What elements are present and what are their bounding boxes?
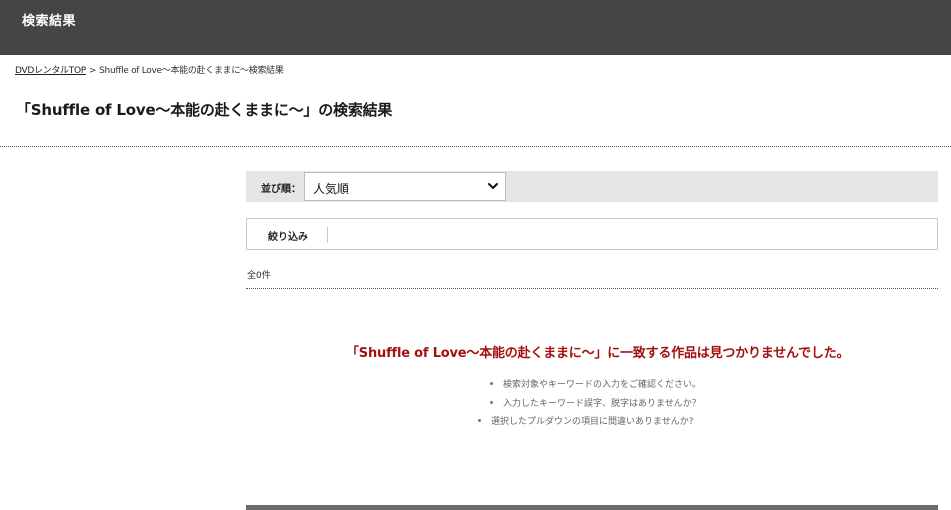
sort-label: 並び順： <box>261 184 301 195</box>
sort-bar: 並び順： 人気順 <box>246 171 938 202</box>
breadcrumb-current: Shuffle of Love〜本能の赴くままに〜検索結果 <box>99 66 284 76</box>
sort-select[interactable]: 人気順 <box>304 172 506 201</box>
sort-selected-value: 人気順 <box>313 182 350 196</box>
bottom-bar <box>246 505 938 510</box>
search-tip: 入力したキーワード誤字、脱字はありませんか？ <box>488 396 701 415</box>
header-title: 検索結果 <box>22 14 77 29</box>
title-divider <box>0 146 951 147</box>
no-results-message: 「Shuffle of Love〜本能の赴くままに〜」に一致する作品は見つかりま… <box>346 346 850 361</box>
breadcrumb-home-link[interactable]: DVDレンタルTOP <box>15 66 86 76</box>
result-count: 全0件 <box>247 271 271 281</box>
page-title: 「Shuffle of Love〜本能の赴くままに〜」の検索結果 <box>16 101 393 119</box>
search-tip: 選択したプルダウンの項目に間違いありませんか? <box>476 414 701 433</box>
chevron-down-icon <box>488 183 498 189</box>
search-tip: 検索対象やキーワードの入力をご確認ください。 <box>488 377 701 396</box>
search-tips-list: 検索対象やキーワードの入力をご確認ください。 入力したキーワード誤字、脱字はあり… <box>478 377 701 433</box>
breadcrumb-separator: > <box>88 66 97 76</box>
filter-button[interactable]: 絞り込み <box>268 228 308 243</box>
filter-bar: 絞り込み <box>246 218 938 250</box>
count-divider <box>246 288 938 289</box>
breadcrumb: DVDレンタルTOP > Shuffle of Love〜本能の赴くままに〜検索結果 <box>15 63 284 76</box>
header-bar: 検索結果 <box>0 0 951 55</box>
filter-separator <box>327 227 328 243</box>
